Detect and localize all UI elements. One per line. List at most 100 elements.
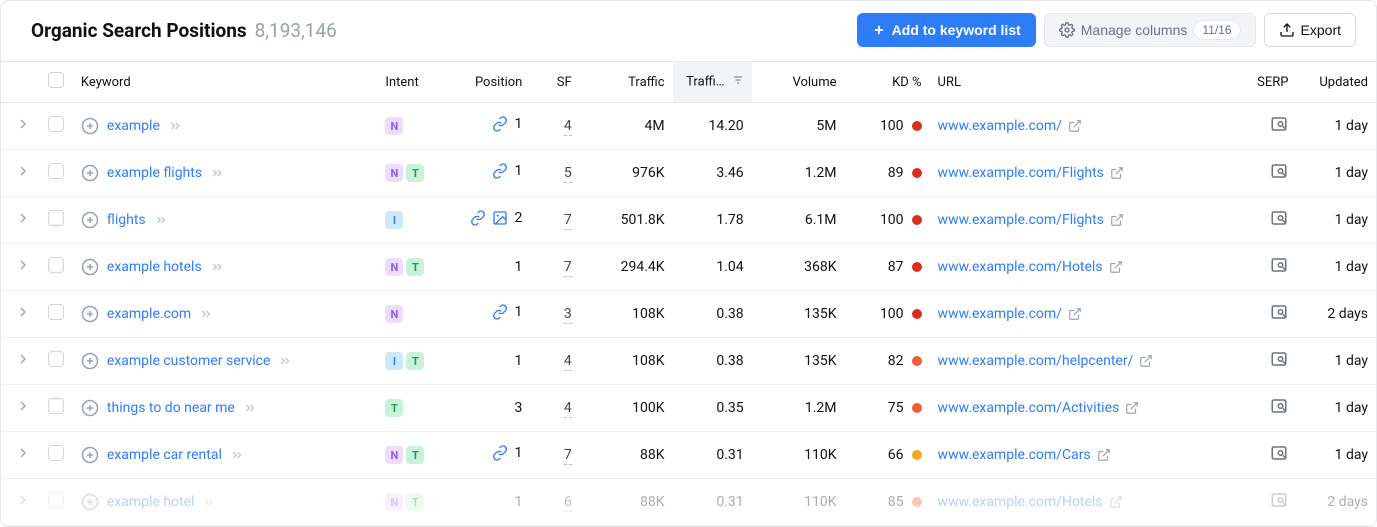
expand-row-icon[interactable] [15,445,31,461]
export-button[interactable]: Export [1264,13,1356,47]
add-keyword-icon[interactable] [81,211,99,229]
keyword-link[interactable]: example [107,118,160,134]
add-to-keyword-list-button[interactable]: Add to keyword list [857,13,1036,47]
external-link-icon[interactable] [1068,307,1082,321]
sf-count[interactable]: 4 [564,400,572,418]
url-link[interactable]: www.example.com/Flights [938,212,1104,228]
col-intent[interactable]: Intent [377,62,446,103]
view-serp-icon[interactable] [1270,115,1288,133]
external-link-icon[interactable] [1110,213,1124,227]
col-traffic-share[interactable]: Traffi… [673,62,752,103]
intent-badges: I [385,211,403,229]
add-keyword-icon[interactable] [81,399,99,417]
external-link-icon[interactable] [1110,166,1124,180]
row-checkbox[interactable] [48,116,64,132]
col-updated[interactable]: Updated [1296,62,1376,103]
chevron-double-right-icon [210,166,224,180]
view-serp-icon[interactable] [1270,209,1288,227]
external-link-icon[interactable] [1097,448,1111,462]
view-serp-icon[interactable] [1270,303,1288,321]
url-link[interactable]: www.example.com/Hotels [938,494,1103,510]
sf-count[interactable]: 7 [564,259,572,277]
keyword-link[interactable]: example customer service [107,353,271,369]
keyword-link[interactable]: example.com [107,306,191,322]
row-checkbox[interactable] [48,210,64,226]
url-link[interactable]: www.example.com/ [938,118,1062,134]
expand-row-icon[interactable] [15,304,31,320]
sf-count[interactable]: 6 [564,494,572,512]
volume-value: 6.1M [805,212,837,228]
external-link-icon[interactable] [1109,260,1123,274]
col-url[interactable]: URL [930,62,1237,103]
chevron-double-right-icon [199,307,213,321]
keyword-link[interactable]: flights [107,212,146,228]
view-serp-icon[interactable] [1270,491,1288,509]
url-link[interactable]: www.example.com/Cars [938,447,1091,463]
view-serp-icon[interactable] [1270,444,1288,462]
expand-row-icon[interactable] [15,398,31,414]
select-all-checkbox[interactable] [48,72,64,88]
traffic-value: 108K [632,306,664,322]
sf-count[interactable]: 4 [564,353,572,371]
add-keyword-icon[interactable] [81,305,99,323]
external-link-icon[interactable] [1109,495,1123,509]
expand-row-icon[interactable] [15,116,31,132]
add-keyword-icon[interactable] [81,446,99,464]
external-link-icon[interactable] [1068,119,1082,133]
external-link-icon[interactable] [1125,401,1139,415]
add-keyword-icon[interactable] [81,164,99,182]
col-kd[interactable]: KD % [845,62,930,103]
volume-value: 110K [804,447,836,463]
expand-row-icon[interactable] [15,492,31,508]
view-serp-icon[interactable] [1270,162,1288,180]
row-checkbox[interactable] [48,445,64,461]
keyword-link[interactable]: example hotel [107,494,195,510]
manage-columns-button[interactable]: Manage columns 11/16 [1044,13,1256,47]
row-checkbox[interactable] [48,398,64,414]
col-serp[interactable]: SERP [1237,62,1297,103]
expand-row-icon[interactable] [15,163,31,179]
expand-row-icon[interactable] [15,351,31,367]
add-keyword-icon[interactable] [81,352,99,370]
keyword-link[interactable]: example hotels [107,259,202,275]
col-position[interactable]: Position [447,62,530,103]
add-keyword-icon[interactable] [81,117,99,135]
updated-value: 1 day [1335,165,1368,181]
sf-count[interactable]: 7 [564,447,572,465]
add-keyword-icon[interactable] [81,258,99,276]
expand-row-icon[interactable] [15,210,31,226]
updated-value: 2 days [1327,494,1368,510]
keyword-link[interactable]: example flights [107,165,202,181]
row-checkbox[interactable] [48,257,64,273]
sf-count[interactable]: 7 [564,212,572,230]
col-sf[interactable]: SF [530,62,579,103]
view-serp-icon[interactable] [1270,256,1288,274]
expand-row-icon[interactable] [15,257,31,273]
traffic-value: 88K [640,494,665,510]
keyword-link[interactable]: example car rental [107,447,222,463]
view-serp-icon[interactable] [1270,350,1288,368]
col-volume[interactable]: Volume [752,62,845,103]
url-link[interactable]: www.example.com/Activities [938,400,1120,416]
view-serp-icon[interactable] [1270,397,1288,415]
add-keyword-icon[interactable] [81,493,99,511]
row-checkbox[interactable] [48,492,64,508]
sf-count[interactable]: 3 [564,306,572,324]
chevron-double-right-icon [243,401,257,415]
col-keyword[interactable]: Keyword [73,62,378,103]
sf-count[interactable]: 4 [564,118,572,136]
row-checkbox[interactable] [48,304,64,320]
external-link-icon[interactable] [1139,354,1153,368]
col-traffic[interactable]: Traffic [580,62,673,103]
keyword-link[interactable]: things to do near me [107,400,235,416]
url-link[interactable]: www.example.com/helpcenter/ [938,353,1134,369]
sf-count[interactable]: 5 [564,165,572,183]
kd-difficulty-dot [912,121,922,131]
url-link[interactable]: www.example.com/ [938,306,1062,322]
url-link[interactable]: www.example.com/Flights [938,165,1104,181]
url-link[interactable]: www.example.com/Hotels [938,259,1103,275]
row-checkbox[interactable] [48,351,64,367]
intent-badge-t: T [406,164,424,182]
row-checkbox[interactable] [48,163,64,179]
kd-difficulty-dot [912,215,922,225]
